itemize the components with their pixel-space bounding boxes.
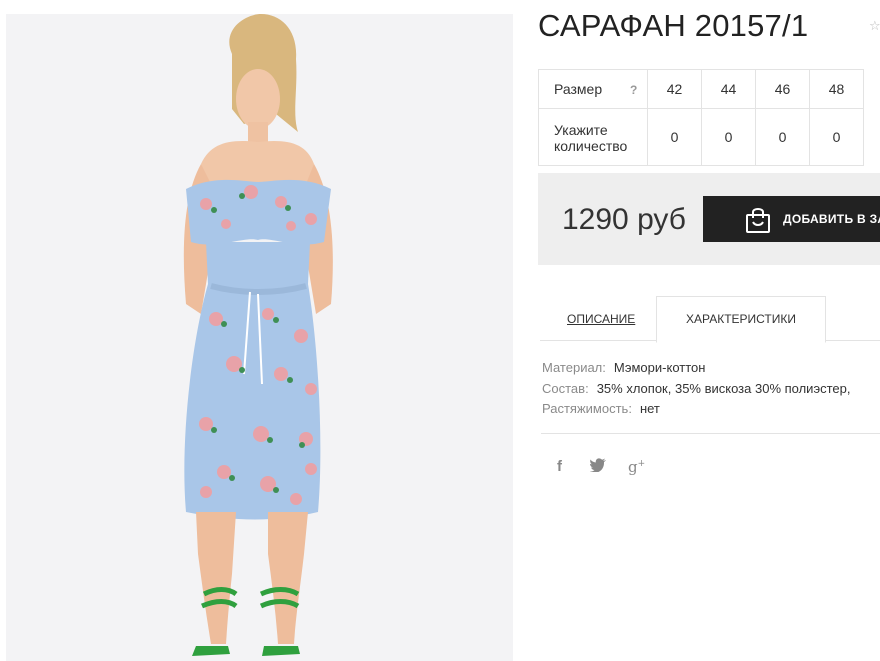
quantity-input-48[interactable]: 0 [809, 108, 864, 166]
size-44: 44 [701, 69, 756, 109]
googleplus-label: g [628, 458, 638, 476]
size-label-cell: Размер ? [538, 69, 648, 109]
size-48: 48 [809, 69, 864, 109]
model-photo-illustration [183, 14, 333, 656]
size-46: 46 [755, 69, 810, 109]
spec-composition-value: 35% хлопок, 35% вискоза 30% полиэстер, [596, 381, 851, 396]
add-to-order-label: ДОБАВИТЬ В ЗАКАЗ [783, 212, 880, 226]
price: 1290 руб [562, 203, 686, 236]
product-image[interactable] [6, 14, 513, 661]
size-table: Размер ? 42 44 46 48 Укажите количество … [538, 69, 864, 166]
twitter-icon[interactable] [590, 458, 606, 476]
buy-panel: 1290 руб ДОБАВИТЬ В ЗАКАЗ [538, 173, 880, 265]
spec-composition-key: Состав: [542, 381, 589, 396]
quantity-row: Укажите количество 0 0 0 0 [538, 108, 864, 166]
facebook-icon[interactable]: f [557, 458, 562, 475]
help-icon[interactable]: ? [630, 83, 637, 97]
quantity-input-42[interactable]: 0 [647, 108, 702, 166]
divider [541, 433, 880, 434]
spec-material-key: Материал: [542, 360, 606, 375]
size-42: 42 [647, 69, 702, 109]
spec-stretch-value: нет [639, 401, 660, 416]
spec-composition: Состав: 35% хлопок, 35% вискоза 30% полиэ… [542, 381, 850, 396]
tab-description[interactable]: ОПИСАНИЕ [567, 312, 635, 326]
size-row: Размер ? 42 44 46 48 [538, 69, 864, 109]
quantity-input-44[interactable]: 0 [701, 108, 756, 166]
spec-stretch: Растяжимость: нет [542, 401, 660, 416]
shopping-bag-icon [745, 206, 771, 237]
spec-material-value: Мэмори-коттон [613, 360, 706, 375]
add-to-order-button[interactable]: ДОБАВИТЬ В ЗАКАЗ [703, 196, 880, 242]
quantity-label: Укажите количество [554, 122, 628, 154]
spec-material: Материал: Мэмори-коттон [542, 360, 705, 375]
star-icon[interactable]: ☆ [869, 18, 880, 34]
spec-stretch-key: Растяжимость: [542, 401, 632, 416]
googleplus-icon[interactable]: g+ [628, 458, 645, 476]
product-title: САРАФАН 20157/1 [538, 8, 809, 43]
quantity-label-cell: Укажите количество [538, 108, 648, 166]
size-label: Размер [554, 81, 603, 97]
quantity-input-46[interactable]: 0 [755, 108, 810, 166]
tab-characteristics[interactable]: ХАРАКТЕРИСТИКИ [656, 296, 826, 343]
